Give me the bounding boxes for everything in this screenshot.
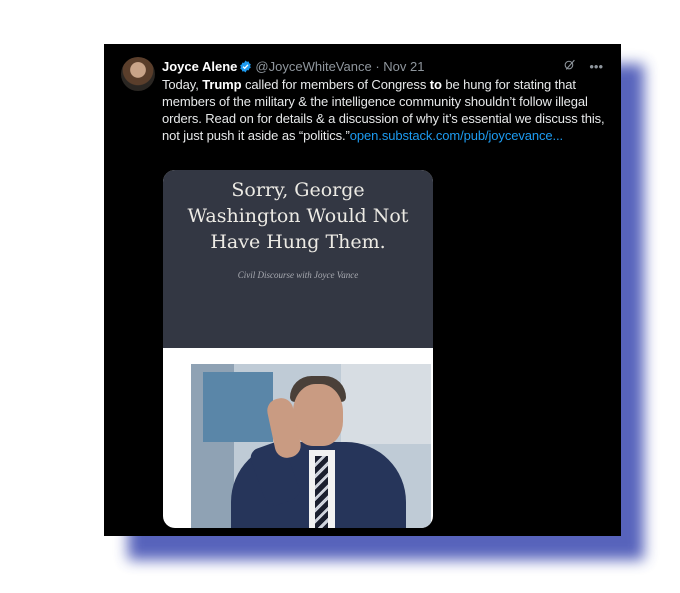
avatar[interactable] xyxy=(121,57,155,91)
link-preview-card[interactable]: Sorry, George Washington Would Not Have … xyxy=(163,170,433,528)
author-handle[interactable]: @JoyceWhiteVance xyxy=(255,59,371,74)
author-name[interactable]: Joyce Alene xyxy=(162,59,237,74)
card-photo xyxy=(191,364,431,528)
tweet-text: Today, Trump called for members of Congr… xyxy=(162,76,614,144)
tweet-text-bold-trump: Trump xyxy=(202,77,242,92)
card-header-panel: Sorry, George Washington Would Not Have … xyxy=(163,170,433,348)
tweet-text-part: called for members of Congress xyxy=(241,77,430,92)
more-icon[interactable]: ••• xyxy=(589,59,603,74)
post-date[interactable]: Nov 21 xyxy=(383,59,424,74)
substack-link[interactable]: open.substack.com/pub/joycevance... xyxy=(350,128,563,143)
card-title: Sorry, George Washington Would Not Have … xyxy=(187,179,409,253)
tweet-post[interactable]: Joyce Alene @JoyceWhiteVance · Nov 21 •••… xyxy=(104,44,621,536)
tweet-header: Joyce Alene @JoyceWhiteVance · Nov 21 ••• xyxy=(162,58,611,76)
card-subtitle: Civil Discourse with Joyce Vance xyxy=(237,270,359,280)
tweet-text-part: Today, xyxy=(162,77,203,92)
tweet-text-bold-to: to xyxy=(429,77,442,92)
grok-icon[interactable] xyxy=(563,59,576,74)
